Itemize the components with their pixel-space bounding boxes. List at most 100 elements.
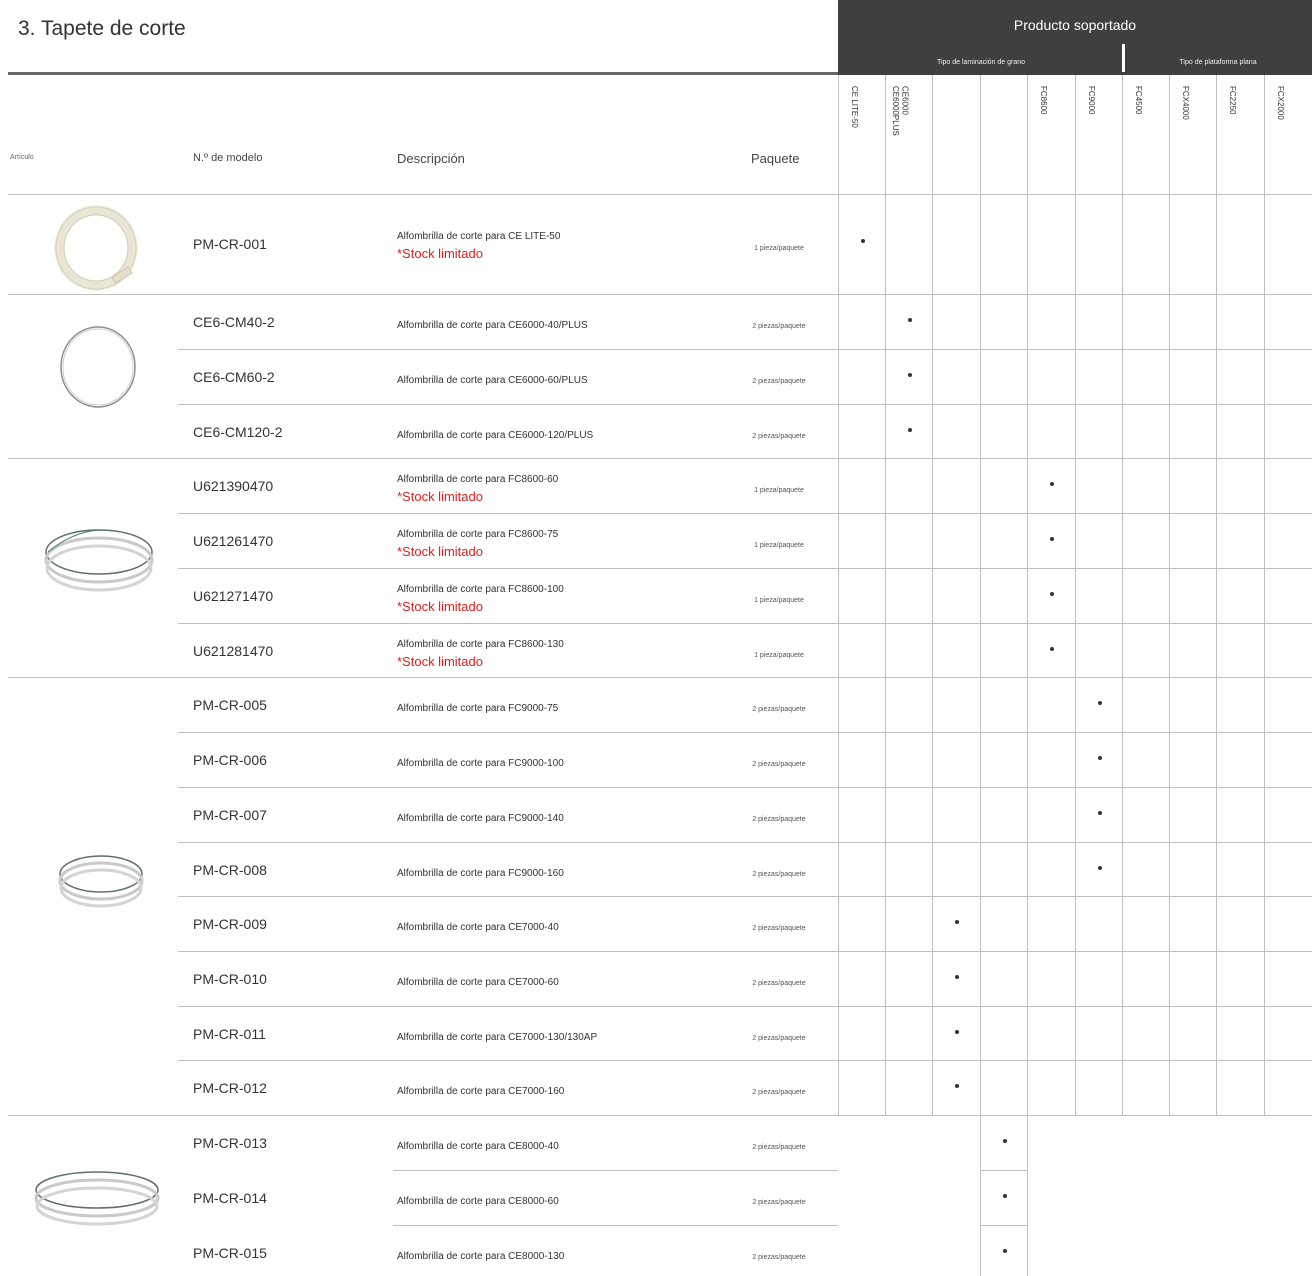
- description: Alfombrilla de corte para CE6000-60/PLUS: [397, 375, 588, 386]
- description: Alfombrilla de corte para FC9000-75: [397, 703, 559, 714]
- model-number: PM-CR-006: [193, 752, 267, 768]
- package-quantity: 2 piezas/paquete: [752, 323, 806, 330]
- package-quantity: 1 pieza/paquete: [754, 597, 804, 604]
- description: Alfombrilla de corte para CE6000-40/PLUS: [397, 320, 588, 331]
- package-quantity: 1 pieza/paquete: [754, 487, 804, 494]
- package-quantity: 2 piezas/paquete: [752, 1144, 806, 1151]
- matrix-column-line: [1027, 75, 1028, 1115]
- column-header-model: N.º de modelo: [193, 152, 263, 164]
- supported-dot: [860, 239, 865, 243]
- description: Alfombrilla de corte para FC8600-130: [397, 639, 564, 650]
- package-quantity: 2 piezas/paquete: [752, 925, 806, 932]
- product-header-9: FCX2000: [1276, 86, 1286, 120]
- supported-dot: [955, 920, 959, 924]
- header-separator: [1122, 44, 1125, 72]
- limited-stock-note: *Stock limitado: [397, 489, 483, 504]
- package-quantity: 2 piezas/paquete: [752, 761, 806, 768]
- supported-dot: [907, 318, 912, 322]
- description: Alfombrilla de corte para FC9000-140: [397, 813, 564, 824]
- column-header-package: Paquete: [751, 151, 800, 166]
- model-number: PM-CR-013: [193, 1135, 267, 1151]
- row-separator: [8, 1115, 838, 1116]
- row-separator: [8, 294, 838, 295]
- product-header-7: FCX4000: [1181, 86, 1191, 120]
- cutting-mat-thin-ring-image: [60, 326, 136, 408]
- title-rule: [8, 72, 838, 75]
- matrix-column-line: [1122, 75, 1123, 1115]
- matrix-column-line: [1027, 1115, 1028, 1276]
- model-number: PM-CR-011: [193, 1026, 266, 1042]
- package-quantity: 2 piezas/paquete: [752, 871, 806, 878]
- package-quantity: 1 pieza/paquete: [754, 652, 804, 659]
- flat-type-label: Tipo de plataforma plana: [1179, 59, 1257, 66]
- matrix-column-line: [980, 1115, 981, 1276]
- row-separator: [178, 1006, 838, 1007]
- column-header-item: Artículo: [10, 154, 34, 161]
- row-separator: [8, 458, 838, 459]
- description: Alfombrilla de corte para FC8600-75: [397, 529, 559, 540]
- model-number: PM-CR-005: [193, 697, 267, 713]
- supported-dot: [955, 1030, 959, 1034]
- grain-type-label: Tipo de laminación de grano: [936, 59, 1026, 66]
- supported-dot: [1097, 866, 1102, 870]
- supported-dot: [907, 428, 912, 432]
- row-separator: [178, 404, 838, 405]
- supported-dot: [1050, 592, 1054, 596]
- row-separator: [178, 732, 838, 733]
- package-quantity: 1 pieza/paquete: [754, 542, 804, 549]
- description: Alfombrilla de corte para CE6000-120/PLU…: [397, 430, 594, 441]
- limited-stock-note: *Stock limitado: [397, 246, 483, 261]
- description: Alfombrilla de corte para FC9000-160: [397, 868, 564, 879]
- product-header-4: FC8600: [1039, 86, 1049, 115]
- matrix-row-line: [980, 1170, 1027, 1171]
- limited-stock-note: *Stock limitado: [397, 544, 483, 559]
- supported-dot: [1002, 1249, 1007, 1253]
- model-number: U621281470: [193, 643, 274, 659]
- supported-dot: [1097, 811, 1102, 815]
- package-quantity: 2 piezas/paquete: [752, 980, 806, 987]
- product-header-8: FC2250: [1228, 86, 1238, 115]
- model-number: PM-CR-009: [193, 916, 267, 932]
- description: Alfombrilla de corte para CE LITE-50: [397, 231, 561, 242]
- supported-dot: [1050, 647, 1054, 651]
- model-number: U621390470: [193, 478, 274, 494]
- page-title: 3. Tapete de corte: [18, 17, 186, 40]
- row-separator: [393, 1170, 838, 1171]
- row-separator: [178, 513, 838, 514]
- matrix-column-line: [1264, 75, 1265, 1115]
- matrix-column-line: [980, 75, 981, 1115]
- row-separator: [8, 194, 838, 195]
- model-number: PM-CR-001: [193, 236, 267, 252]
- matrix-column-line: [1169, 75, 1170, 1115]
- supported-dot: [1097, 701, 1102, 705]
- model-number: CE6-CM60-2: [193, 369, 275, 385]
- package-quantity: 2 piezas/paquete: [752, 433, 806, 440]
- model-number: PM-CR-007: [193, 807, 267, 823]
- supported-dot: [1050, 537, 1054, 541]
- row-separator: [178, 349, 838, 350]
- supported-dot: [907, 373, 912, 377]
- cutting-mat-steel-coil-image: [58, 855, 144, 908]
- model-number: CE6-CM40-2: [193, 314, 275, 330]
- description: Alfombrilla de corte para CE8000-130: [397, 1251, 565, 1262]
- row-separator: [178, 787, 838, 788]
- model-number: PM-CR-010: [193, 971, 267, 987]
- limited-stock-note: *Stock limitado: [397, 599, 483, 614]
- matrix-column-line: [932, 75, 933, 1115]
- model-number: PM-CR-012: [193, 1080, 267, 1096]
- matrix-column-line: [1216, 75, 1217, 1115]
- row-separator: [393, 1225, 838, 1226]
- supported-dot: [1002, 1194, 1007, 1198]
- model-number: U621261470: [193, 533, 274, 549]
- row-separator: [8, 677, 838, 678]
- matrix-column-line: [1075, 75, 1076, 1115]
- package-quantity: 1 pieza/paquete: [754, 245, 804, 252]
- row-separator: [178, 896, 838, 897]
- description: Alfombrilla de corte para CE7000-60: [397, 977, 559, 988]
- matrix-column-line: [885, 75, 886, 1115]
- supported-dot: [1097, 756, 1102, 760]
- description: Alfombrilla de corte para CE7000-130/130…: [397, 1032, 598, 1043]
- package-quantity: 2 piezas/paquete: [752, 1199, 806, 1206]
- description: Alfombrilla de corte para CE7000-40: [397, 922, 559, 933]
- product-header-0: CE LITE-50: [850, 86, 860, 128]
